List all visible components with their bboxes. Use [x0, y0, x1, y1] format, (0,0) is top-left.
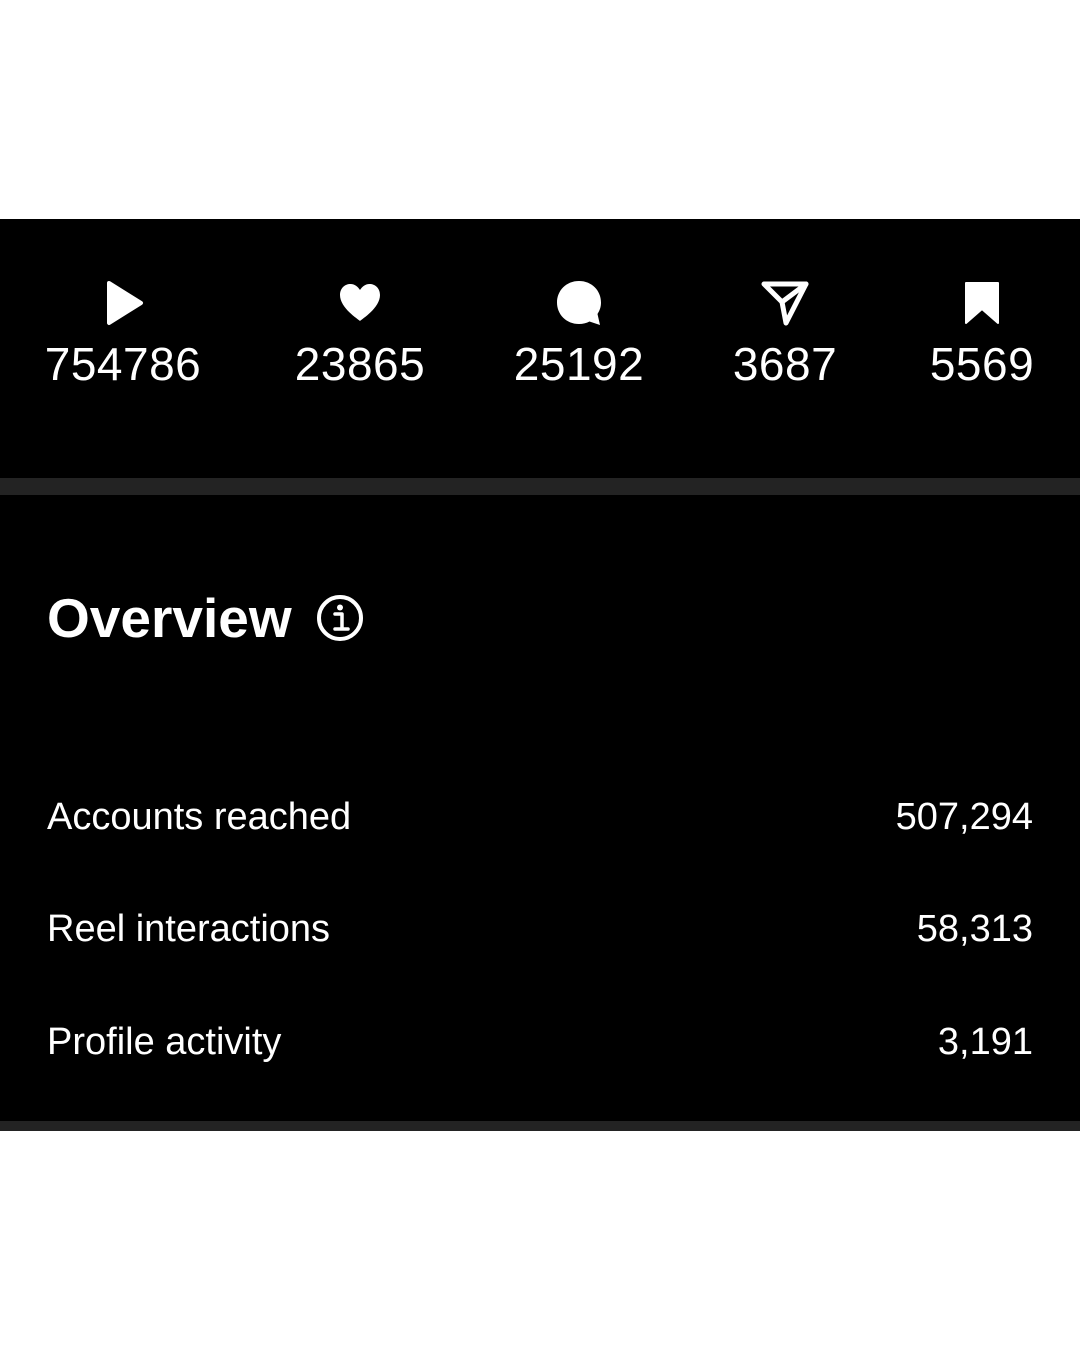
metric-row-accounts-reached[interactable]: Accounts reached 507,294: [47, 789, 1033, 845]
insights-panel: 754786 23865 25192 3687 5569 Overview Ac…: [0, 219, 1080, 1131]
heart-icon: [336, 279, 384, 327]
plays-stat[interactable]: 754786: [3, 279, 243, 391]
metric-row-profile-activity[interactable]: Profile activity 3,191: [47, 1014, 1033, 1070]
overview-header: Overview: [47, 586, 364, 650]
comment-icon: [555, 279, 603, 327]
metric-value: 507,294: [895, 796, 1033, 838]
comments-count: 25192: [513, 338, 645, 390]
metric-row-reel-interactions[interactable]: Reel interactions 58,313: [47, 901, 1033, 957]
comments-stat[interactable]: 25192: [459, 279, 699, 391]
section-divider: [0, 478, 1080, 495]
metric-value: 58,313: [916, 908, 1033, 950]
saves-stat[interactable]: 5569: [862, 279, 1080, 391]
bookmark-icon: [958, 279, 1006, 327]
likes-stat[interactable]: 23865: [240, 279, 480, 391]
overview-title: Overview: [47, 587, 292, 649]
engagement-stats-row: 754786 23865 25192 3687 5569: [0, 219, 1080, 479]
metric-value: 3,191: [937, 1021, 1033, 1063]
play-icon: [99, 279, 147, 327]
metric-label: Profile activity: [47, 1021, 282, 1063]
info-icon[interactable]: [316, 594, 364, 642]
metric-label: Reel interactions: [47, 908, 331, 950]
metric-label: Accounts reached: [47, 796, 352, 838]
saves-count: 5569: [929, 338, 1035, 390]
bottom-divider: [0, 1121, 1080, 1131]
likes-count: 23865: [294, 338, 426, 390]
share-icon: [761, 279, 809, 327]
plays-count: 754786: [44, 338, 202, 390]
